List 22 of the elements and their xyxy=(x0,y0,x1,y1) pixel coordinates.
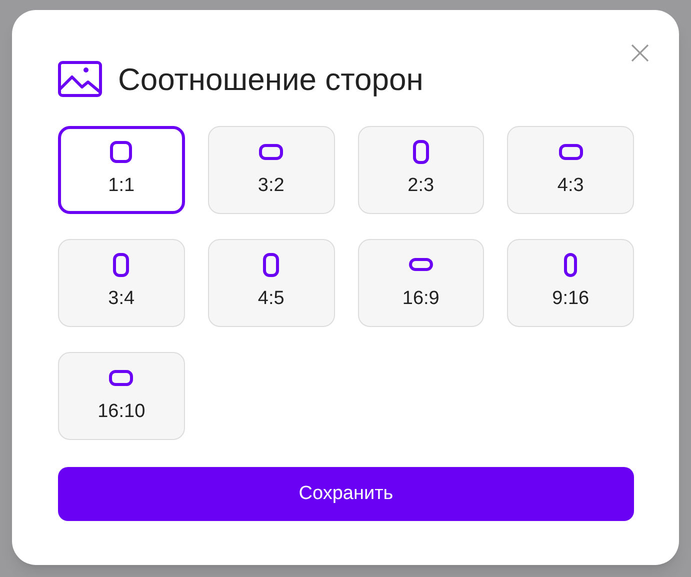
image-icon xyxy=(58,61,102,97)
aspect-shape-icon xyxy=(113,252,130,277)
aspect-shape-icon xyxy=(408,258,433,272)
aspect-shape-icon xyxy=(259,144,284,160)
dialog-title: Соотношение сторон xyxy=(118,64,424,94)
aspect-ratio-option[interactable]: 1:1 xyxy=(58,126,185,214)
aspect-ratio-option[interactable]: 2:3 xyxy=(358,126,484,214)
aspect-shape-icon xyxy=(564,252,578,277)
aspect-shape-icon xyxy=(412,140,429,164)
close-button[interactable] xyxy=(629,42,651,64)
aspect-ratio-option[interactable]: 16:9 xyxy=(358,239,484,327)
aspect-shape-icon xyxy=(558,144,583,160)
aspect-shape-icon xyxy=(110,140,132,163)
aspect-ratio-option[interactable]: 4:5 xyxy=(208,239,334,327)
aspect-ratio-option[interactable]: 9:16 xyxy=(507,239,634,327)
aspect-ratio-option[interactable]: 16:10 xyxy=(58,352,185,440)
aspect-shape-icon xyxy=(263,252,280,277)
aspect-ratio-option[interactable]: 4:3 xyxy=(507,126,634,214)
aspect-shape-icon xyxy=(109,370,134,386)
save-button[interactable]: Сохранить xyxy=(58,467,634,521)
aspect-ratio-option[interactable]: 3:2 xyxy=(208,126,334,214)
aspect-ratio-option[interactable]: 3:4 xyxy=(58,239,185,327)
